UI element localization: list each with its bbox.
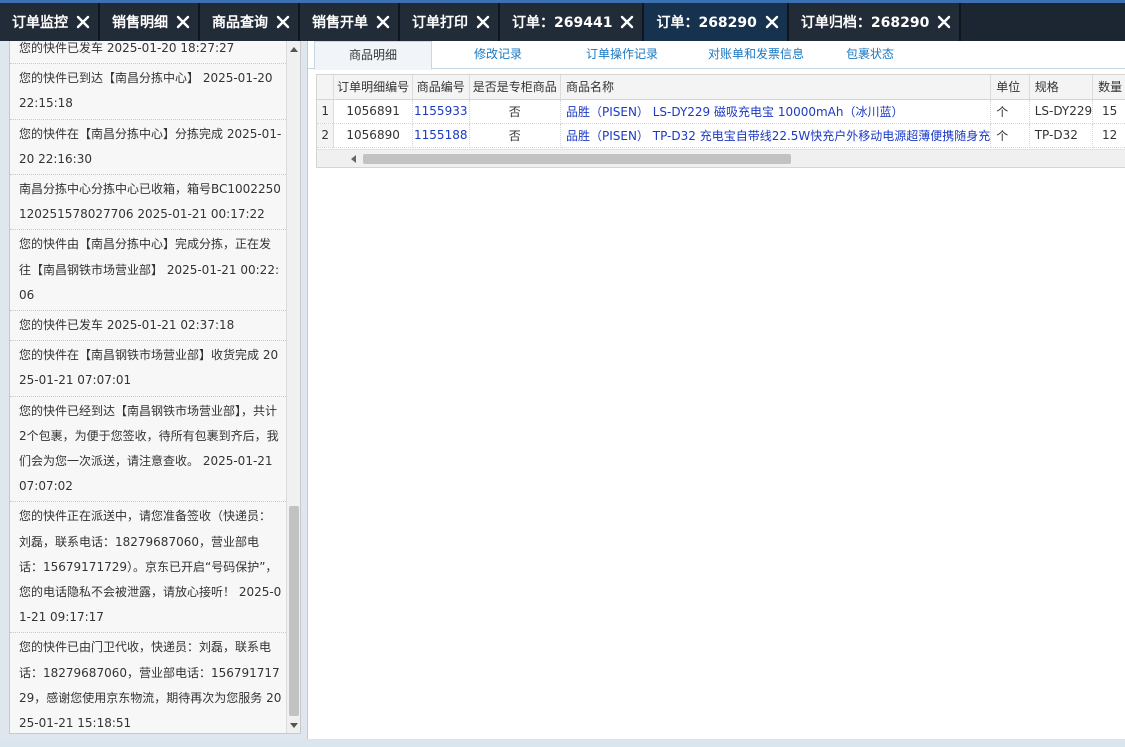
- table-row[interactable]: 1 1056891 1155933 否品胜（PISEN） LS-DY229 磁吸充电宝…: [317, 99, 1125, 124]
- close-icon[interactable]: [476, 15, 490, 29]
- sub-tab[interactable]: 商品明细: [314, 41, 432, 70]
- product-id-link[interactable]: 1155933: [412, 99, 470, 124]
- grid-horizontal-scrollbar[interactable]: [317, 149, 1125, 167]
- top-tab-label: 订单监控: [12, 15, 68, 31]
- close-icon[interactable]: [765, 15, 779, 29]
- top-tab[interactable]: 销售明细: [100, 3, 200, 41]
- row-number-header: [317, 75, 335, 100]
- log-entry: 您的快件已发车 2025-01-20 18:27:27: [10, 41, 288, 65]
- sub-tab[interactable]: 修改记录: [442, 41, 554, 69]
- scrollbar-thumb[interactable]: [289, 506, 299, 716]
- column-header[interactable]: 商品编号: [412, 75, 470, 100]
- scroll-down-arrow-icon[interactable]: [290, 723, 298, 728]
- log-entry: 您的快件已发车 2025-01-21 02:37:18: [10, 311, 288, 342]
- close-icon[interactable]: [937, 15, 951, 29]
- close-icon[interactable]: [376, 15, 390, 29]
- log-entry: 您的快件在【南昌分拣中心】分拣完成 2025-01-20 22:16:30: [10, 119, 288, 176]
- log-entry: 您的快件正在派送中，请您准备签收（快递员：刘磊，联系电话：18279687060…: [10, 502, 288, 634]
- top-tab[interactable]: 订单：269441: [500, 3, 645, 41]
- top-tab-bar: 订单监控 销售明细 商品查询 销售开单 订单打印 订单：269441 订单：268290 订单…: [0, 0, 1125, 41]
- column-header[interactable]: 数量: [1092, 75, 1125, 100]
- row-number: 1: [317, 99, 335, 124]
- column-header[interactable]: 商品名称: [560, 75, 992, 100]
- top-tab-label: 订单打印: [412, 15, 468, 31]
- detail-id-cell: 1056890: [333, 123, 413, 148]
- product-name-link[interactable]: 品胜（PISEN） TP-D32 充电宝自带线22.5W快充户外移动电源超薄便携…: [560, 123, 992, 148]
- product-table: 订单明细编号 商品编号 是否是专柜商品 商品名称 单位 规格 数量 1 10568…: [317, 75, 1125, 148]
- top-tab-label: 商品查询: [212, 15, 268, 31]
- scrollbar-thumb[interactable]: [363, 154, 791, 164]
- log-entry: 您的快件已经到达【南昌钢铁市场营业部】，共计2个包裹，为便于您签收，待所有包裹到…: [10, 396, 288, 503]
- top-tab-row: 订单监控 销售明细 商品查询 销售开单 订单打印 订单：269441 订单：268290 订单…: [0, 3, 962, 41]
- bottom-strip: [0, 739, 1125, 747]
- log-vertical-scrollbar[interactable]: [286, 41, 300, 733]
- table-row[interactable]: 2 1056890 1155188 否品胜（PISEN） TP-D32 充电宝自带线2…: [317, 123, 1125, 148]
- product-id-link[interactable]: 1155188: [412, 123, 470, 148]
- top-tab[interactable]: 订单打印: [400, 3, 500, 41]
- quantity-cell: 15: [1092, 99, 1125, 124]
- column-header[interactable]: 是否是专柜商品: [469, 75, 561, 100]
- top-tab-label: 销售开单: [312, 15, 368, 31]
- log-entry: 南昌分拣中心分拣中心已收箱，箱号BC1002250120251578027706…: [10, 175, 288, 231]
- spec-cell: LS-DY229: [1029, 99, 1094, 124]
- top-tab[interactable]: 商品查询: [200, 3, 300, 41]
- log-entry: 您的快件已到达【南昌分拣中心】 2025-01-20 22:15:18: [10, 64, 288, 120]
- unit-cell: 个: [990, 99, 1030, 124]
- log-entry: 您的快件已由门卫代收，快递员：刘磊，联系电话：18279687060，营业部电话…: [10, 633, 288, 733]
- logistics-log-panel[interactable]: 您的快件已发车 2025-01-20 18:27:27 您的快件已到达【南昌分拣中…: [9, 41, 301, 734]
- quantity-cell: 12: [1092, 123, 1125, 148]
- sub-tab[interactable]: 订单操作记录: [566, 41, 678, 69]
- detail-id-cell: 1056891: [333, 99, 413, 124]
- log-entry: 您的快件由【南昌分拣中心】完成分拣，正在发往【南昌钢铁市场营业部】 2025-0…: [10, 230, 288, 312]
- close-icon[interactable]: [620, 15, 634, 29]
- top-tab-label: 销售明细: [112, 15, 168, 31]
- log-entry: 您的快件在【南昌钢铁市场营业部】收货完成 2025-01-21 07:07:01: [10, 341, 288, 397]
- top-tab[interactable]: 销售开单: [300, 3, 400, 41]
- scroll-left-arrow-icon[interactable]: [351, 155, 356, 163]
- product-name-link[interactable]: 品胜（PISEN） LS-DY229 磁吸充电宝 10000mAh（冰川蓝）: [560, 99, 992, 124]
- product-detail-grid: 订单明细编号 商品编号 是否是专柜商品 商品名称 单位 规格 数量 1 10568…: [316, 74, 1125, 168]
- counter-flag-cell: 否: [469, 123, 561, 148]
- logistics-log-list: 您的快件已发车 2025-01-20 18:27:27 您的快件已到达【南昌分拣中…: [10, 41, 288, 733]
- close-icon[interactable]: [176, 15, 190, 29]
- close-icon[interactable]: [276, 15, 290, 29]
- top-tab[interactable]: 订单监控: [0, 3, 100, 41]
- column-header[interactable]: 订单明细编号: [333, 75, 413, 100]
- counter-flag-cell: 否: [469, 99, 561, 124]
- order-detail-panel: 商品明细 修改记录 订单操作记录 对账单和发票信息 包裹状态 订单明细编号 商品编号 是…: [307, 41, 1125, 739]
- sub-tab[interactable]: 对账单和发票信息: [688, 41, 824, 69]
- top-tab[interactable]: 订单：268290: [644, 3, 789, 41]
- unit-cell: 个: [990, 123, 1030, 148]
- scroll-up-arrow-icon[interactable]: [290, 47, 298, 52]
- column-header[interactable]: 单位: [990, 75, 1030, 100]
- spec-cell: TP-D32: [1029, 123, 1094, 148]
- top-tab-label: 订单：268290: [656, 15, 757, 31]
- top-tab-label: 订单：269441: [512, 15, 613, 31]
- row-number: 2: [317, 123, 335, 148]
- column-header[interactable]: 规格: [1029, 75, 1094, 100]
- top-tab[interactable]: 订单归档：268290: [788, 3, 962, 41]
- detail-sub-tabs: 商品明细 修改记录 订单操作记录 对账单和发票信息 包裹状态: [308, 41, 1125, 70]
- sub-tab[interactable]: 包裹状态: [824, 41, 916, 69]
- top-tab-label: 订单归档：268290: [800, 15, 930, 31]
- table-header-row: 订单明细编号 商品编号 是否是专柜商品 商品名称 单位 规格 数量: [317, 75, 1125, 100]
- close-icon[interactable]: [76, 15, 90, 29]
